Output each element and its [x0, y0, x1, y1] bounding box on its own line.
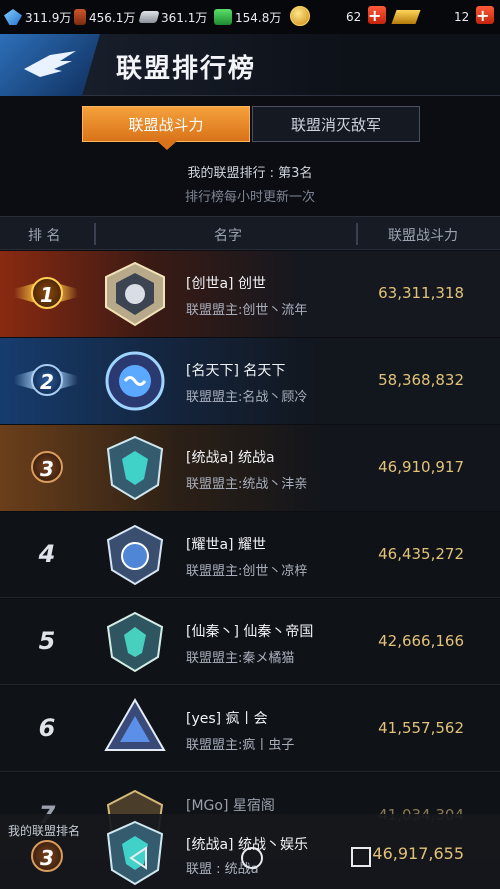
alliance-emblem-icon	[104, 698, 166, 751]
crystal-icon	[4, 9, 22, 25]
alliance-name: [MGo] 星宿阁	[186, 798, 275, 814]
update-note: 排行榜每小时更新一次	[184, 190, 315, 205]
alliance-name: [统战a] 统战a	[186, 450, 275, 466]
alliance-power: 63,311,318	[378, 284, 464, 302]
page-header: 联盟排行榜	[0, 34, 500, 96]
oil-resource[interactable]: 456.1万	[74, 6, 135, 28]
tab-alliance-kills[interactable]: 联盟消灭敌军	[252, 106, 420, 142]
rank-badge: 6	[38, 714, 56, 742]
alliance-emblem-icon	[106, 435, 164, 501]
alliance-emblem-icon	[105, 261, 165, 327]
alliance-name: [仙秦丶] 仙秦丶帝国	[186, 624, 314, 640]
column-divider	[94, 223, 96, 245]
alliance-name: [耀世a] 耀世	[186, 537, 266, 553]
alliance-leader: 联盟盟主:疯丨虫子	[186, 738, 295, 753]
steel-resource[interactable]: 361.1万	[138, 6, 208, 28]
cash-icon	[214, 9, 232, 25]
crystal-amount: 311.9万	[25, 10, 72, 25]
my-alliance-power: 46,917,655	[372, 844, 464, 863]
alliance-emblem-icon	[105, 351, 165, 411]
tab-alliance-power[interactable]: 联盟战斗力	[82, 106, 250, 150]
crystal-resource[interactable]: 311.9万	[4, 6, 71, 28]
add-gold-button[interactable]: +	[476, 6, 494, 24]
alliance-name: [名天下] 名天下	[186, 363, 286, 379]
coin-resource: 62	[346, 6, 361, 28]
table-row[interactable]: 1 [创世a] 创世 联盟盟主:创世丶流年 63,311,318	[0, 251, 500, 337]
tab-bar: 联盟战斗力 联盟消灭敌军	[82, 106, 420, 150]
recent-apps-square-icon[interactable]	[350, 846, 372, 868]
coin-amount: 62	[346, 10, 362, 24]
table-row[interactable]: 2 [名天下] 名天下 联盟盟主:名战丶顾冷 58,368,832	[0, 338, 500, 424]
rank-badge: 1	[14, 275, 78, 313]
oil-amount: 456.1万	[89, 10, 136, 25]
gold-bar-icon	[391, 10, 421, 24]
back-triangle-icon[interactable]	[128, 846, 150, 870]
alliance-name: [创世a] 创世	[186, 276, 266, 292]
gold-resource: 12	[454, 6, 469, 28]
alliance-leader: 联盟盟主:统战丶沣亲	[186, 477, 308, 492]
column-rank: 排 名	[28, 228, 61, 244]
alliance-name: [yes] 疯丨会	[186, 711, 268, 727]
alliance-leader: 联盟盟主:秦メ橘猫	[186, 651, 295, 666]
alliance-power: 46,910,917	[378, 458, 464, 476]
alliance-leader: 联盟盟主:创世丶凉梓	[186, 564, 308, 579]
resource-bar: 311.9万 456.1万 361.1万 154.8万 62 + 12 +	[0, 0, 500, 34]
steel-amount: 361.1万	[161, 10, 208, 25]
table-row[interactable]: 3 [统战a] 统战a 联盟盟主:统战丶沣亲 46,910,917	[0, 425, 500, 511]
table-header: 排 名 名字 联盟战斗力	[0, 216, 500, 250]
alliance-power: 46,435,272	[378, 545, 464, 563]
steel-icon	[138, 11, 160, 23]
rank-badge: 3	[14, 838, 78, 876]
add-coin-button[interactable]: +	[368, 6, 386, 24]
my-rank-text: 我的联盟排行 : 第3名	[187, 166, 313, 181]
cash-resource[interactable]: 154.8万	[214, 6, 281, 28]
column-divider	[356, 223, 358, 245]
coin-icon	[290, 6, 310, 26]
rank-badge: 4	[38, 540, 56, 568]
alliance-leader: 联盟盟主:创世丶流年	[186, 303, 308, 318]
table-row[interactable]: 4 [耀世a] 耀世 联盟盟主:创世丶凉梓 46,435,272	[0, 512, 500, 598]
cash-amount: 154.8万	[235, 10, 282, 25]
alliance-leader: 联盟盟主:名战丶顾冷	[186, 390, 308, 405]
alliance-emblem-icon	[106, 524, 164, 586]
table-row[interactable]: 5 [仙秦丶] 仙秦丶帝国 联盟盟主:秦メ橘猫 42,666,166	[0, 599, 500, 685]
alliance-power: 42,666,166	[378, 632, 464, 650]
page-title: 联盟排行榜	[116, 54, 257, 84]
column-name: 名字	[214, 228, 242, 244]
column-power: 联盟战斗力	[388, 228, 458, 244]
rank-badge: 5	[38, 627, 56, 655]
my-alliance-label: 我的联盟排名	[8, 824, 81, 838]
table-row[interactable]: 6 [yes] 疯丨会 联盟盟主:疯丨虫子 41,557,562	[0, 686, 500, 772]
gold-amount: 12	[454, 10, 470, 24]
back-button[interactable]	[0, 34, 100, 96]
alliance-emblem-icon	[106, 611, 164, 673]
eagle-icon	[24, 51, 76, 77]
alliance-power: 41,557,562	[378, 719, 464, 737]
home-circle-icon[interactable]	[240, 846, 264, 870]
rank-badge: 3	[14, 449, 78, 487]
rank-badge: 2	[14, 362, 78, 400]
oil-barrel-icon	[74, 9, 86, 25]
alliance-power: 58,368,832	[378, 371, 464, 389]
